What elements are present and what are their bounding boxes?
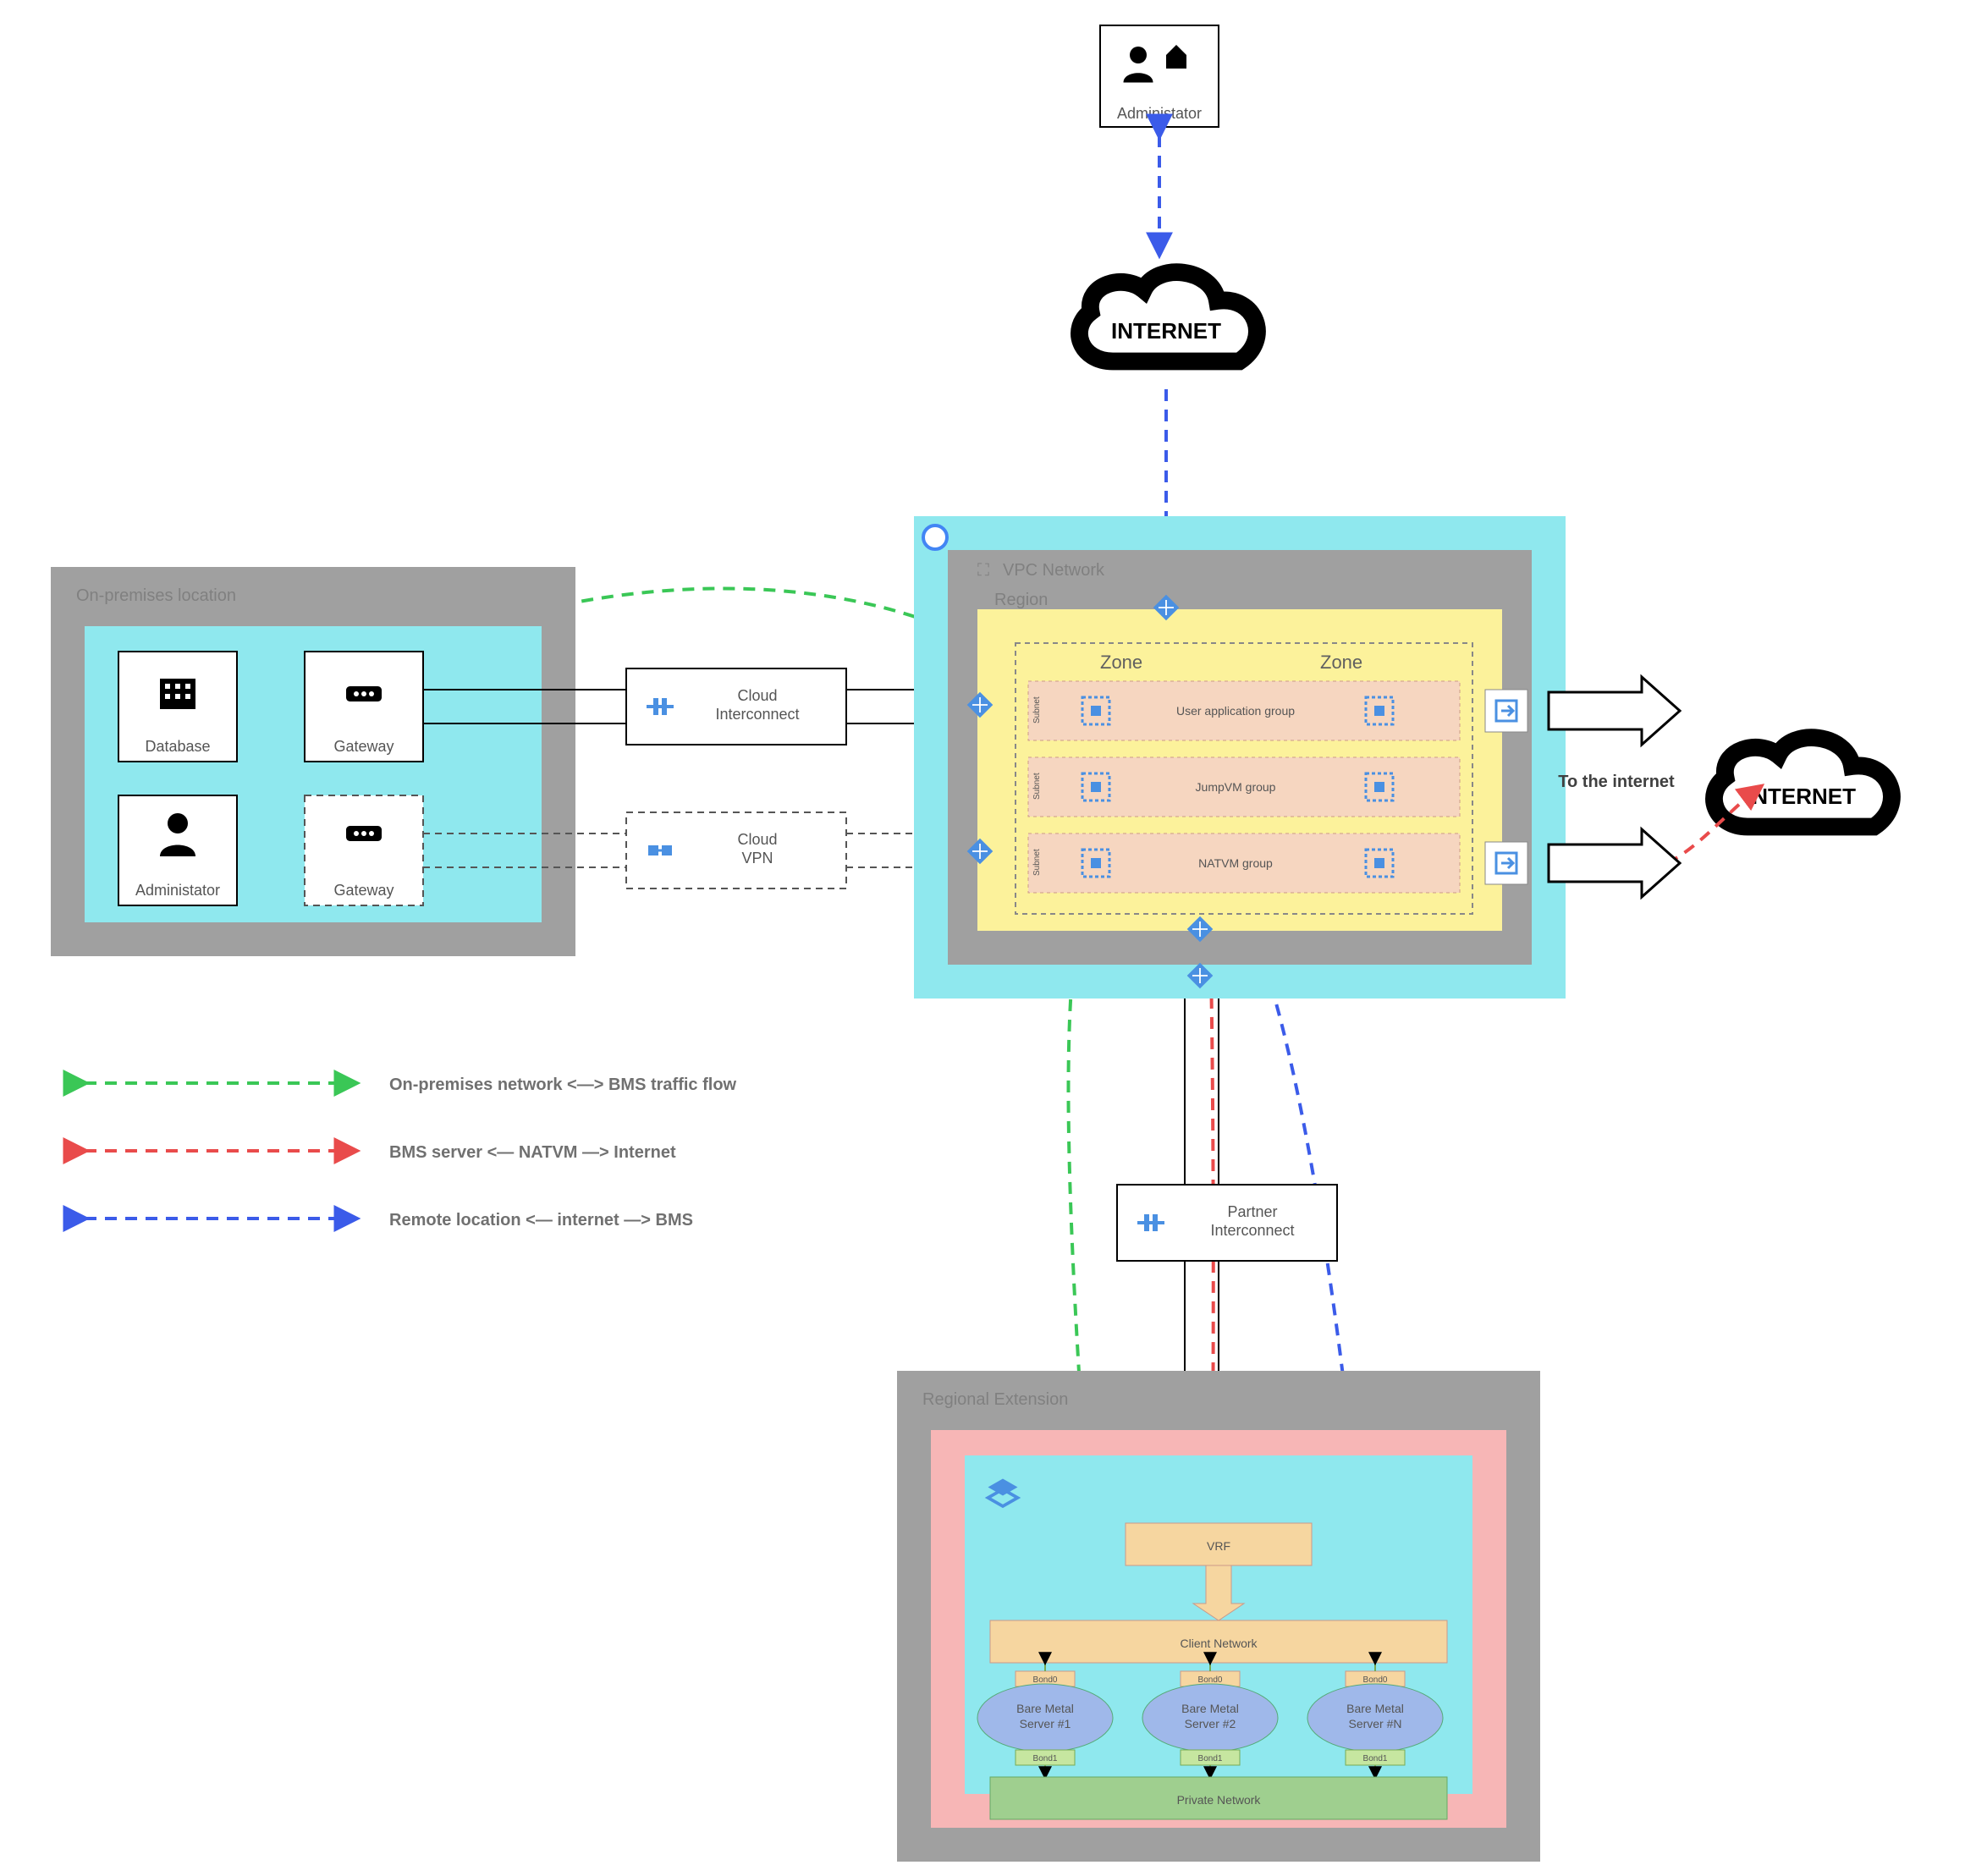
arrow-to-internet-1 [1549,677,1680,745]
cloud-interconnect-node: CloudInterconnect [626,668,846,745]
svg-text:Bond1: Bond1 [1363,1754,1388,1763]
internet-right-label: INTERNET [1746,784,1856,809]
svg-text:Subnet: Subnet [1032,773,1042,800]
subnet-jump: Subnet JumpVM group [1028,757,1460,817]
svg-text:NATVM group: NATVM group [1198,856,1273,870]
legend-green: On-premises network <—> BMS traffic flow [389,1076,737,1094]
svg-text:Database: Database [145,738,210,755]
internet-top-cloud: INTERNET [1079,272,1257,361]
gateway1-node: Gateway [305,652,423,762]
admin-top-label: Administator [1117,105,1202,122]
partner-interconnect-node: PartnerInterconnect [1117,1185,1337,1261]
svg-text:Private Network: Private Network [1177,1793,1262,1807]
svg-text:Zone: Zone [1320,652,1362,673]
cloud-vpn-node: CloudVPN [626,812,846,888]
vpc-container: ⛶ VPC Network Region Zone Zone Subnet Us… [914,516,1566,999]
admin-top-node: Administator [1100,25,1219,127]
onprem-admin-node: Administator [118,795,237,905]
internet-right-cloud: INTERNET [1714,738,1891,827]
regional-container: Regional Extension VRF Client Network Bo… [897,1371,1540,1862]
gateway-icon [346,686,382,701]
regional-title: Regional Extension [922,1390,1068,1409]
database-node: Database [118,652,237,762]
svg-text:Bond0: Bond0 [1363,1675,1388,1685]
svg-text:Bond1: Bond1 [1198,1754,1223,1763]
svg-text:Bond1: Bond1 [1033,1754,1058,1763]
gateway2-node: Gateway [305,795,423,905]
onprem-container: On-premises location Database Gateway Ad… [51,567,575,956]
svg-text:User application group: User application group [1176,704,1295,718]
gateway-icon [346,826,382,841]
svg-text:Gateway: Gateway [333,882,394,899]
internet-top-label: INTERNET [1111,318,1221,344]
database-icon [160,679,195,709]
legend-red: BMS server <— NATVM —> Internet [389,1143,676,1162]
subnet-nat: Subnet NATVM group [1028,833,1460,893]
google-logo-icon [923,525,947,549]
arrow-to-internet-2 [1549,829,1680,897]
region-label: Region [994,591,1048,609]
svg-text:VRF: VRF [1207,1539,1230,1553]
svg-text:Subnet: Subnet [1032,849,1042,876]
svg-text:JumpVM group: JumpVM group [1196,780,1276,794]
svg-text:Subnet: Subnet [1032,696,1042,723]
svg-text:⛶: ⛶ [977,561,990,580]
svg-text:Administator: Administator [135,882,220,899]
svg-text:Gateway: Gateway [333,738,394,755]
svg-text:Client Network: Client Network [1180,1637,1258,1650]
legend-blue: Remote location <— internet —> BMS [389,1211,693,1230]
network-diagram: Administator INTERNET INTERNET On-premis… [0,0,1965,1876]
svg-text:Bond0: Bond0 [1033,1675,1058,1685]
subnet-user-app: Subnet User application group [1028,681,1460,740]
to-internet-label: To the internet [1558,773,1675,791]
onprem-title: On-premises location [76,586,236,605]
svg-text:Zone: Zone [1100,652,1142,673]
svg-text:Bond0: Bond0 [1198,1675,1223,1685]
legend: On-premises network <—> BMS traffic flow… [85,1076,737,1230]
vpc-title: VPC Network [1003,561,1105,580]
